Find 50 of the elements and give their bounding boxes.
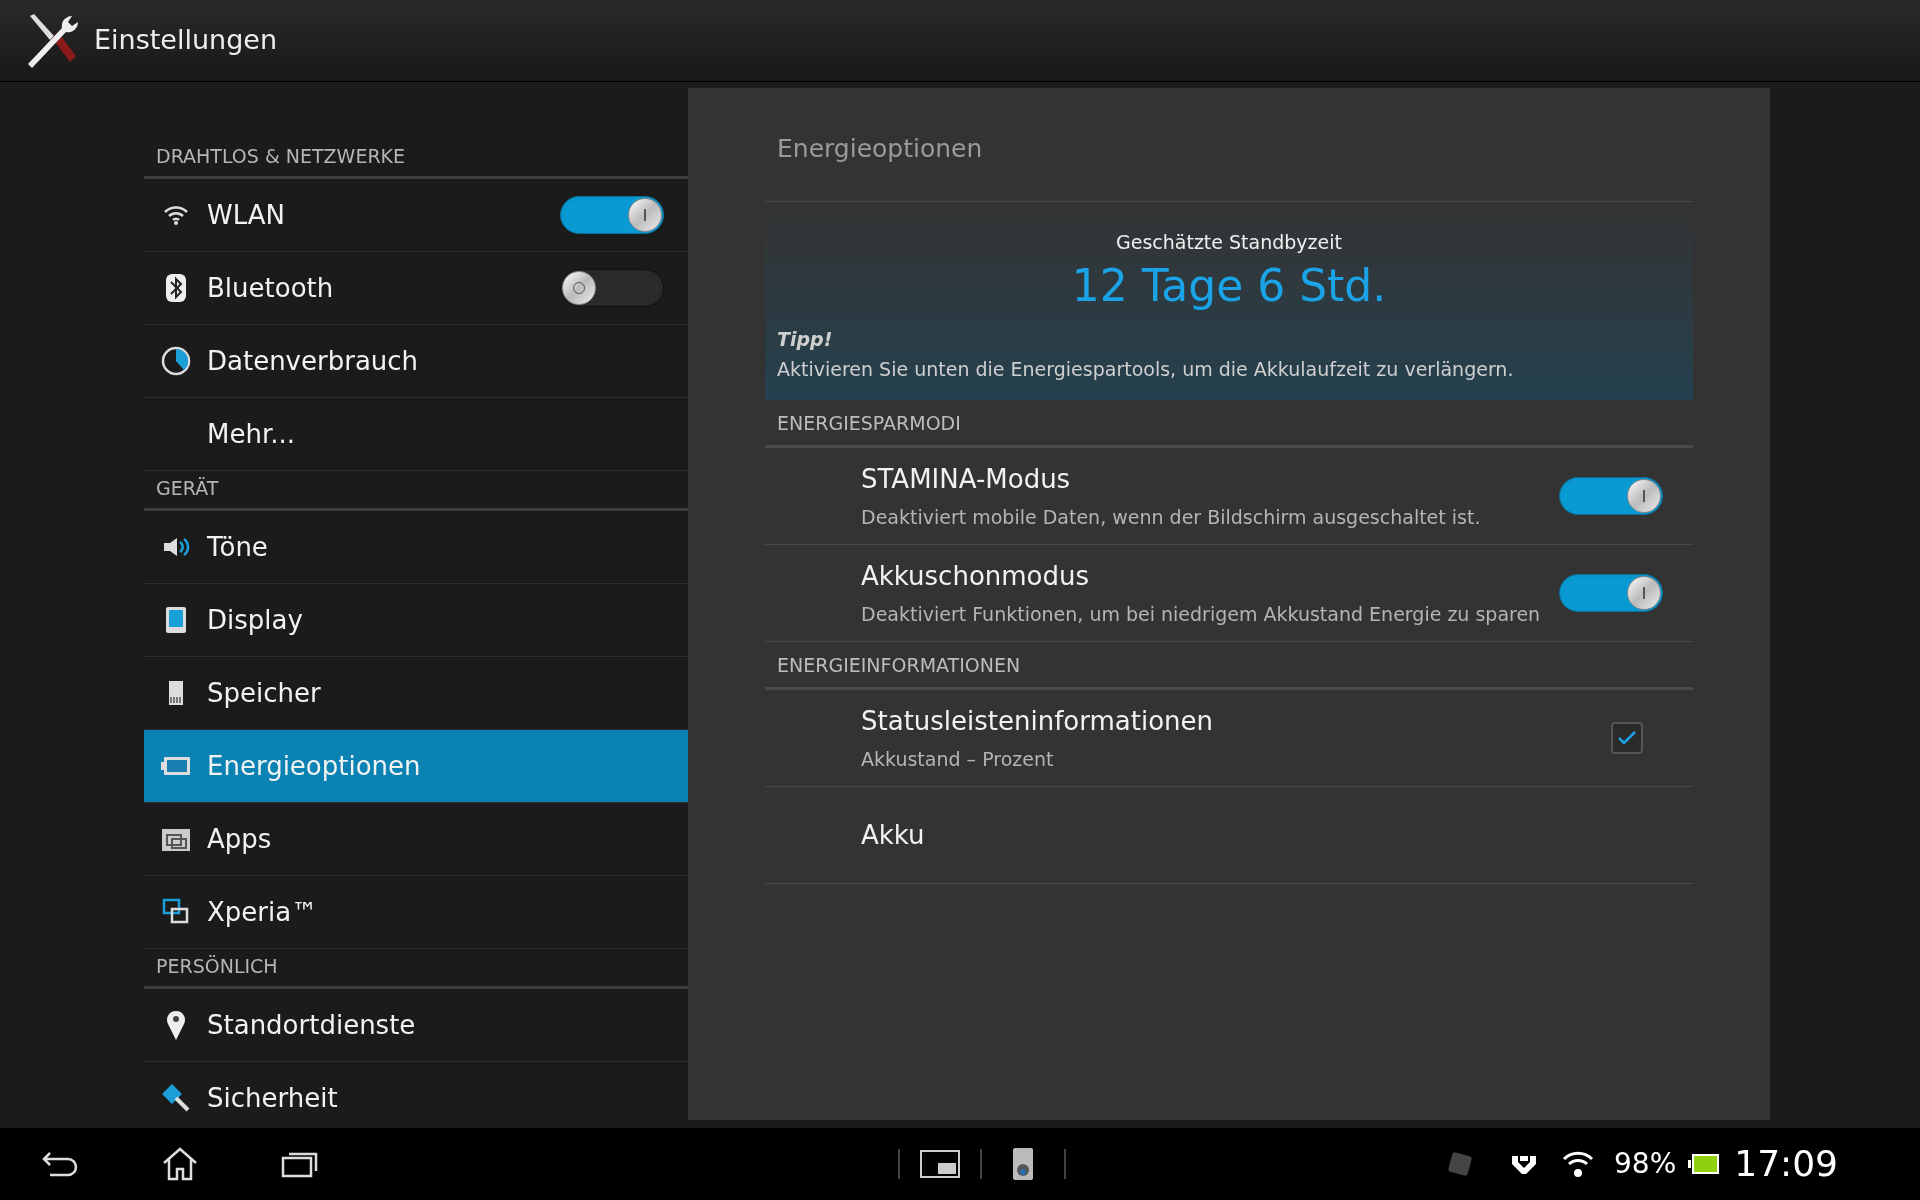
check-icon bbox=[1617, 730, 1637, 746]
wifi-icon bbox=[162, 204, 189, 226]
back-icon[interactable] bbox=[40, 1149, 80, 1179]
toggle-switch[interactable] bbox=[1559, 574, 1663, 612]
sidebar-item[interactable]: WLAN bbox=[144, 179, 688, 252]
sidebar-item[interactable]: Energieoptionen bbox=[144, 730, 688, 803]
remote-control-icon[interactable] bbox=[1012, 1147, 1034, 1181]
overlapping-squares-icon bbox=[161, 898, 190, 926]
speaker-icon bbox=[161, 535, 190, 559]
location-pin-icon bbox=[164, 1009, 187, 1041]
section-header: PERSÖNLICH bbox=[156, 953, 278, 979]
toggle-switch[interactable] bbox=[1559, 477, 1663, 515]
setting-description: Deaktiviert mobile Daten, wenn der Bildschirm ausgeschaltet ist. bbox=[861, 505, 1482, 531]
checkbox[interactable] bbox=[1611, 722, 1643, 754]
battery-percent: 98% bbox=[1614, 1146, 1677, 1182]
toggle-switch[interactable] bbox=[560, 269, 664, 307]
setting-title[interactable]: Akkuschonmodus bbox=[861, 557, 1559, 597]
tip-title: Tipp! bbox=[777, 327, 833, 350]
setting-description: Akkustand – Prozent bbox=[861, 747, 1055, 773]
tablet-icon bbox=[164, 606, 187, 634]
clock-icon bbox=[159, 345, 192, 377]
section-header: DRAHTLOS & NETZWERKE bbox=[156, 143, 406, 169]
sidebar-item[interactable]: Bluetooth bbox=[144, 252, 688, 325]
battery-icon bbox=[159, 755, 192, 777]
battery-icon bbox=[1688, 1152, 1721, 1176]
section-header: GERÄT bbox=[156, 475, 219, 501]
sidebar-item[interactable]: Xperia™ bbox=[144, 876, 688, 949]
window-title: Einstellungen bbox=[94, 23, 278, 58]
panel-title: Energieoptionen bbox=[777, 134, 983, 163]
sidebar-item[interactable]: Töne bbox=[144, 511, 688, 584]
wifi-icon[interactable] bbox=[1562, 1149, 1594, 1179]
standby-label: Geschätzte Standbyzeit bbox=[1116, 231, 1342, 253]
key-icon bbox=[161, 1084, 190, 1112]
windows-icon bbox=[160, 826, 191, 852]
standby-time: 12 Tage 6 Std. bbox=[1071, 259, 1387, 311]
section-header: ENERGIEINFORMATIONEN bbox=[777, 652, 1021, 678]
bluetooth-icon bbox=[164, 273, 187, 303]
sidebar-item[interactable]: Apps bbox=[144, 803, 688, 876]
clock: 17:09 bbox=[1734, 1142, 1838, 1186]
setting-description: Deaktiviert Funktionen, um bei niedrigem Akkustand Energie zu sparen bbox=[861, 602, 1542, 628]
toggle-switch[interactable] bbox=[560, 196, 664, 234]
section-header: ENERGIESPARMODI bbox=[777, 410, 961, 436]
sidebar-item[interactable]: Datenverbrauch bbox=[144, 325, 688, 398]
sidebar-item[interactable]: Standortdienste bbox=[144, 989, 688, 1062]
sidebar-item[interactable]: Display bbox=[144, 584, 688, 657]
small-window-icon[interactable] bbox=[920, 1149, 960, 1179]
setting-title[interactable]: Statusleisteninformationen bbox=[861, 702, 1611, 742]
setting-title[interactable]: Akku bbox=[861, 815, 1663, 855]
setting-title[interactable]: STAMINA-Modus bbox=[861, 460, 1559, 500]
tip-text: Aktivieren Sie unten die Energiespartools, um die Akkulaufzeit zu verlängern. bbox=[777, 358, 1514, 380]
